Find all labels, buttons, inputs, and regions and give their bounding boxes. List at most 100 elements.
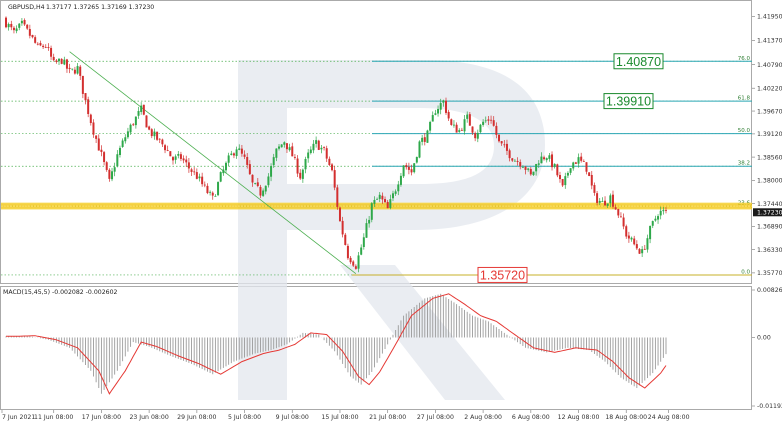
candle-body: [569, 168, 572, 173]
candle-body: [344, 234, 347, 245]
candle-body: [34, 37, 37, 43]
candle-body: [471, 126, 474, 133]
candle-body: [166, 150, 169, 151]
candle-body: [20, 20, 23, 24]
candle-body: [79, 66, 82, 76]
candle-body: [113, 167, 116, 172]
candle-body: [301, 169, 304, 179]
candle-body: [362, 237, 365, 248]
price-callout-text: 1.39910: [606, 95, 651, 109]
candle-body: [373, 199, 376, 204]
candle-body: [651, 221, 654, 226]
candle-body: [187, 162, 190, 169]
candle-body: [452, 124, 455, 126]
fib-level-label: 38.2: [738, 161, 750, 167]
candle-body: [103, 152, 106, 163]
time-tick-label: 12 Aug 08:00: [558, 414, 600, 421]
candle-body: [42, 45, 45, 48]
candle-body: [148, 126, 151, 130]
candle-body: [659, 210, 662, 216]
candle-body: [65, 59, 68, 69]
candle-body: [121, 140, 124, 147]
candle-body: [391, 193, 394, 199]
candle-body: [455, 124, 458, 133]
candle-body: [116, 154, 119, 167]
candle-body: [142, 104, 145, 115]
candle-body: [482, 121, 485, 125]
candle-body: [474, 133, 477, 139]
candle-body: [500, 141, 503, 144]
candle-body: [410, 169, 413, 173]
time-tick-label: 17 Jun 08:00: [82, 414, 121, 421]
price-callout-text: 1.40870: [616, 55, 661, 69]
candle-body: [219, 172, 222, 182]
candle-body: [513, 160, 516, 162]
candle-body: [439, 103, 442, 110]
candle-body: [36, 43, 39, 45]
candle-body: [31, 34, 34, 38]
time-tick-label: 29 Jun 08:00: [177, 414, 216, 421]
price-tick-label: 1.35770: [757, 270, 782, 277]
candle-body: [437, 108, 440, 114]
candle-body: [185, 159, 188, 163]
fib-level-label: 76.0: [738, 56, 751, 62]
candle-body: [508, 150, 511, 159]
candle-body: [150, 129, 153, 137]
candle-body: [606, 203, 609, 206]
candle-body: [516, 160, 519, 162]
candle-body: [627, 235, 630, 239]
candle-body: [333, 170, 336, 188]
candle-body: [315, 140, 318, 144]
candle-body: [399, 175, 402, 185]
candle-body: [243, 154, 246, 157]
candle-body: [211, 192, 214, 196]
candle-body: [389, 199, 392, 208]
candle-body: [307, 152, 310, 159]
candle-body: [535, 164, 538, 172]
candle-body: [227, 155, 230, 163]
candle-body: [246, 156, 249, 165]
candle-body: [548, 155, 551, 159]
candle-body: [251, 174, 254, 183]
candle-body: [95, 135, 98, 139]
candle-body: [460, 129, 463, 131]
time-axis: 7 Jun 202111 Jun 08:00 17 Jun 08:00 23 Jun…: [1, 410, 690, 421]
candle-body: [76, 66, 79, 74]
candle-body: [222, 169, 225, 174]
candle-body: [484, 120, 487, 122]
candle-body: [7, 24, 10, 28]
candle-body: [140, 105, 143, 112]
price-tick-label: 1.40220: [757, 85, 782, 92]
candle-body: [71, 68, 74, 70]
candle-body: [26, 24, 29, 29]
price-tick-label: 1.38560: [757, 154, 782, 161]
candle-body: [338, 207, 341, 222]
candle-body: [505, 143, 508, 151]
candle-body: [407, 166, 410, 170]
time-tick-label: 6 Aug 08:00: [512, 414, 550, 421]
candle-body: [643, 248, 646, 250]
candle-body: [272, 157, 275, 166]
candle-body: [585, 162, 588, 172]
time-tick-label: 9 Jul 08:00: [276, 414, 309, 421]
candle-body: [394, 191, 397, 194]
candle-body: [87, 99, 90, 115]
candle-body: [532, 171, 535, 175]
price-tick-label: 1.38000: [757, 178, 782, 185]
candle-body: [256, 182, 259, 187]
candle-body: [320, 147, 323, 150]
candle-body: [556, 164, 559, 176]
candle-body: [490, 119, 493, 121]
candle-body: [238, 148, 241, 150]
candle-body: [357, 255, 360, 269]
candle-body: [545, 158, 548, 161]
candle-body: [323, 147, 326, 148]
candle-body: [476, 132, 479, 139]
candle-body: [270, 166, 273, 177]
candle-body: [134, 116, 137, 126]
candle-body: [527, 168, 530, 170]
candle-body: [463, 119, 466, 132]
candle-body: [646, 238, 649, 250]
symbol-label: GBPUSD,H4: [8, 4, 45, 11]
candle-body: [50, 47, 53, 57]
